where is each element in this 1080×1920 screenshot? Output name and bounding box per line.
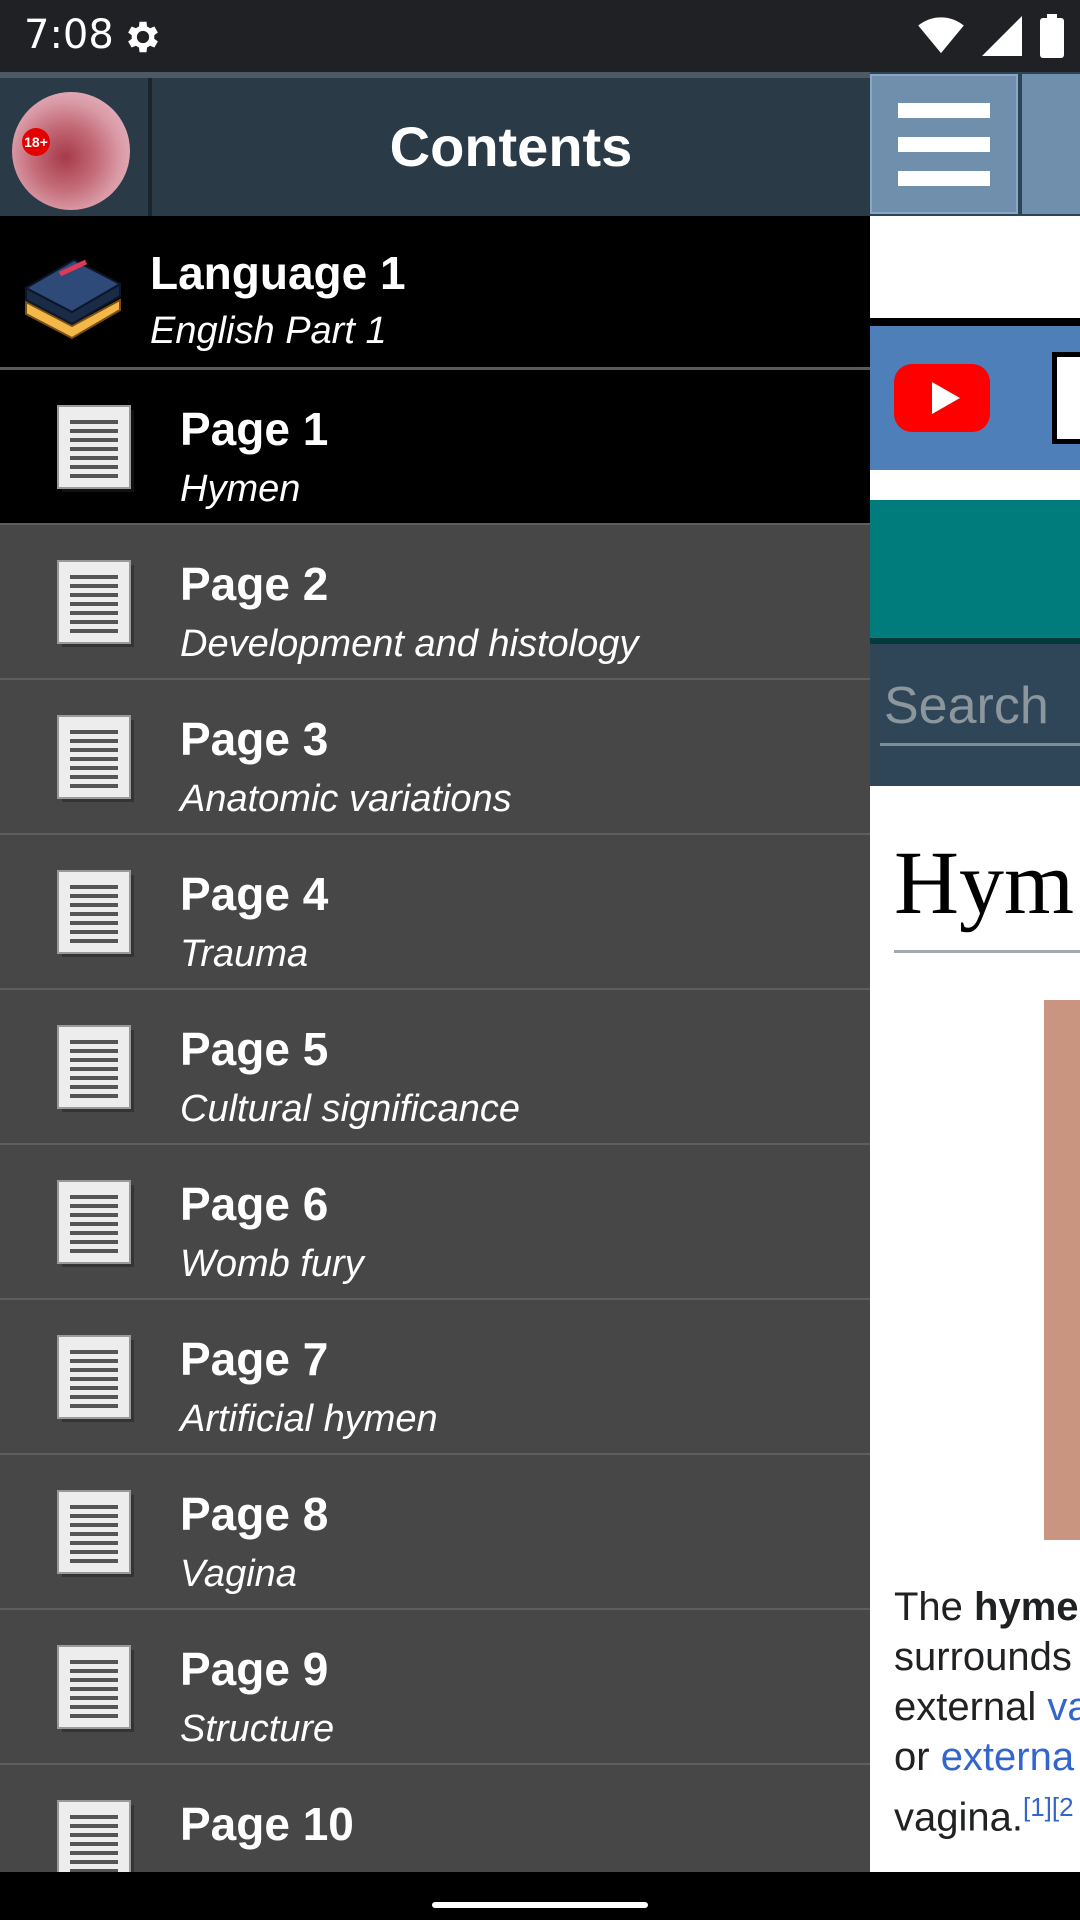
title-underline xyxy=(894,950,1080,953)
document-icon xyxy=(57,560,134,647)
signal-icon xyxy=(982,16,1022,56)
article-link[interactable]: externa xyxy=(941,1735,1074,1779)
hamburger-menu-button[interactable] xyxy=(870,74,1018,214)
navigation-bar xyxy=(0,1872,1080,1920)
document-icon xyxy=(57,1025,134,1112)
drawer-header: 18+ Contents xyxy=(0,72,870,216)
page-title: Page 6 xyxy=(180,1178,329,1230)
page-subtitle: Womb fury xyxy=(180,1243,364,1285)
article-link[interactable]: va xyxy=(1047,1685,1080,1729)
battery-icon xyxy=(1040,14,1064,58)
wifi-icon xyxy=(918,17,964,54)
document-icon xyxy=(57,715,134,802)
document-icon xyxy=(57,1800,134,1872)
document-icon xyxy=(57,1490,134,1577)
page-subtitle: Structure xyxy=(180,1708,335,1750)
bold-term: hyme xyxy=(974,1585,1079,1629)
page-subtitle: Cultural significance xyxy=(180,1088,521,1130)
document-icon xyxy=(57,1335,134,1422)
page-title: Page 4 xyxy=(180,868,329,920)
page-item-5[interactable]: Page 5 Cultural significance xyxy=(0,990,870,1145)
search-input[interactable] xyxy=(880,668,1080,746)
hamburger-icon xyxy=(898,103,990,118)
page-title: Page 9 xyxy=(180,1643,329,1695)
drawer-title: Contents xyxy=(389,115,633,178)
page-item-3[interactable]: Page 3 Anatomic variations xyxy=(0,680,870,835)
document-icon xyxy=(57,1645,134,1732)
page-item-6[interactable]: Page 6 Womb fury xyxy=(0,1145,870,1300)
article-title: Hym xyxy=(894,834,1074,933)
page-title: Page 7 xyxy=(180,1333,329,1385)
section-item-language-1[interactable]: Language 1 English Part 1 xyxy=(0,216,870,370)
page-subtitle: Artificial hymen xyxy=(180,1398,438,1440)
page-title: Page 1 xyxy=(180,403,329,455)
book-stack-icon xyxy=(23,258,123,340)
page-subtitle: Anatomic variations xyxy=(180,778,512,820)
page-subtitle: Vagina xyxy=(180,1553,297,1595)
article-image[interactable] xyxy=(1044,1000,1080,1540)
page-title: Page 5 xyxy=(180,1023,329,1075)
page-item-2[interactable]: Page 2 Development and histology xyxy=(0,525,870,680)
page-title: Page 2 xyxy=(180,558,329,610)
article-text: The hyme surrounds external va or extern… xyxy=(894,1582,1080,1842)
status-time: 7:08 xyxy=(24,12,114,58)
section-title: Language 1 xyxy=(150,247,406,299)
page-item-1[interactable]: Page 1 Hymen xyxy=(0,370,870,525)
document-icon xyxy=(57,870,134,957)
page-title: Page 10 xyxy=(180,1798,354,1850)
page-title: Page 8 xyxy=(180,1488,329,1540)
page-item-10[interactable]: Page 10 xyxy=(0,1765,870,1872)
toolbar-button[interactable] xyxy=(1022,74,1080,214)
page-item-9[interactable]: Page 9 Structure xyxy=(0,1610,870,1765)
document-icon[interactable] xyxy=(1052,352,1080,444)
avatar[interactable]: 18+ xyxy=(12,92,130,210)
page-subtitle: Trauma xyxy=(180,933,309,975)
document-icon xyxy=(57,1180,134,1267)
page-item-7[interactable]: Page 7 Artificial hymen xyxy=(0,1300,870,1455)
youtube-icon[interactable] xyxy=(894,364,990,432)
page-item-8[interactable]: Page 8 Vagina xyxy=(0,1455,870,1610)
status-bar: 7:08 xyxy=(0,0,1080,72)
section-subtitle: English Part 1 xyxy=(150,310,387,352)
page-subtitle: Hymen xyxy=(180,468,301,510)
gear-icon xyxy=(128,21,158,53)
document-icon xyxy=(57,405,134,492)
age-rating-badge: 18+ xyxy=(22,128,50,156)
status-icons xyxy=(918,14,1064,58)
page-title: Page 3 xyxy=(180,713,329,765)
home-gesture-handle[interactable] xyxy=(432,1902,648,1908)
page-subtitle: Development and histology xyxy=(180,623,639,665)
page-item-4[interactable]: Page 4 Trauma xyxy=(0,835,870,990)
navigation-drawer: 18+ Contents Language 1 English Part 1 P… xyxy=(0,72,870,1872)
reference-link[interactable]: [1][2 xyxy=(1023,1792,1074,1822)
